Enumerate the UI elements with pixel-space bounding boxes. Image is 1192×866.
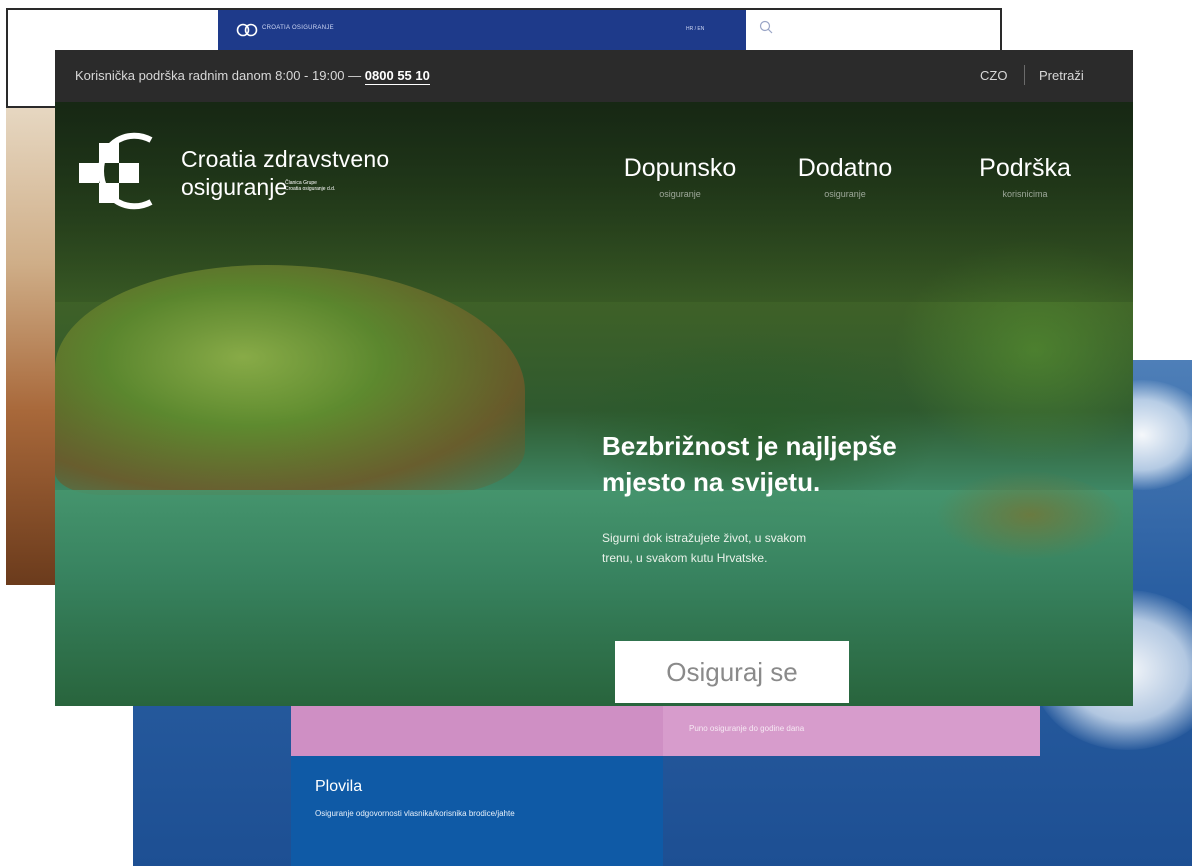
hero-headline-line2: mjesto na svijetu. <box>602 467 821 497</box>
top-bar: Korisnička podrška radnim danom 8:00 - 1… <box>55 50 1133 102</box>
language-switch[interactable]: HR / EN <box>686 26 704 32</box>
site-logo-mark[interactable] <box>79 130 171 217</box>
czo-link[interactable]: CZO <box>980 68 1007 83</box>
support-phone-link[interactable]: 0800 55 10 <box>364 68 430 85</box>
hero-subtext-line1: Sigurni dok istražujete život, u svakom <box>602 531 807 545</box>
search-link[interactable]: Pretraži <box>1039 68 1084 83</box>
nav-item-subtitle: osiguranje <box>824 189 866 199</box>
tile-description: Osiguranje odgovornosti vlasnika/korisni… <box>315 809 515 818</box>
hero-headline-line1: Bezbrižnost je najljepše <box>602 431 897 461</box>
croatia-logo-icon <box>236 23 258 37</box>
nav-item-podrska[interactable]: Podrška korisnicima <box>960 154 1090 199</box>
logo-subtitle-line2: Croatia osiguranje d.d. <box>285 186 336 192</box>
background-brand: CROATIA OSIGURANJE <box>262 25 334 31</box>
pink-banner-left <box>291 706 663 756</box>
tile-title: Plovila <box>315 778 363 795</box>
cross-logo-icon <box>79 132 153 210</box>
nav-item-subtitle: korisnicima <box>1002 189 1048 199</box>
support-hours-text: Korisnička podrška radnim danom 8:00 - 1… <box>75 68 362 83</box>
nav-item-title: Dopunsko <box>623 154 737 182</box>
background-blue-header: CROATIA OSIGURANJE HR / EN <box>218 10 746 50</box>
logo-text-line1: Croatia zdravstveno <box>181 146 390 172</box>
hero-subtext: Sigurni dok istražujete život, u svakom … <box>602 528 922 568</box>
topbar-divider <box>1024 65 1025 85</box>
support-info: Korisnička podrška radnim danom 8:00 - 1… <box>75 68 430 85</box>
hero-headline: Bezbrižnost je najljepše mjesto na svije… <box>602 428 962 500</box>
product-tile-plovila[interactable]: Plovila Osiguranje odgovornosti vlasnika… <box>291 756 663 866</box>
search-icon <box>759 20 773 34</box>
pink-banner-text: Puno osiguranje do godine dana <box>689 724 805 733</box>
nav-item-title: Podrška <box>979 154 1071 182</box>
log-background <box>935 470 1125 560</box>
nav-item-title: Dodatno <box>797 154 893 182</box>
nav-item-subtitle: osiguranje <box>659 189 701 199</box>
hero-subtext-line2: trenu, u svakom kutu Hrvatske. <box>602 551 768 565</box>
main-screenshot-card: Korisnička podrška radnim danom 8:00 - 1… <box>55 50 1133 706</box>
logo-subtitle: Članica Grupe Croatia osiguranje d.d. <box>285 180 335 192</box>
pink-banner: Puno osiguranje do godine dana <box>291 706 1040 756</box>
background-search-button[interactable] <box>746 10 788 50</box>
logo-text-line2: osiguranje <box>181 174 288 200</box>
nav-item-dodatno[interactable]: Dodatno osiguranje <box>780 154 910 199</box>
insure-cta-button[interactable]: Osiguraj se <box>615 641 849 703</box>
nav-item-dopunsko[interactable]: Dopunsko osiguranje <box>610 154 750 199</box>
